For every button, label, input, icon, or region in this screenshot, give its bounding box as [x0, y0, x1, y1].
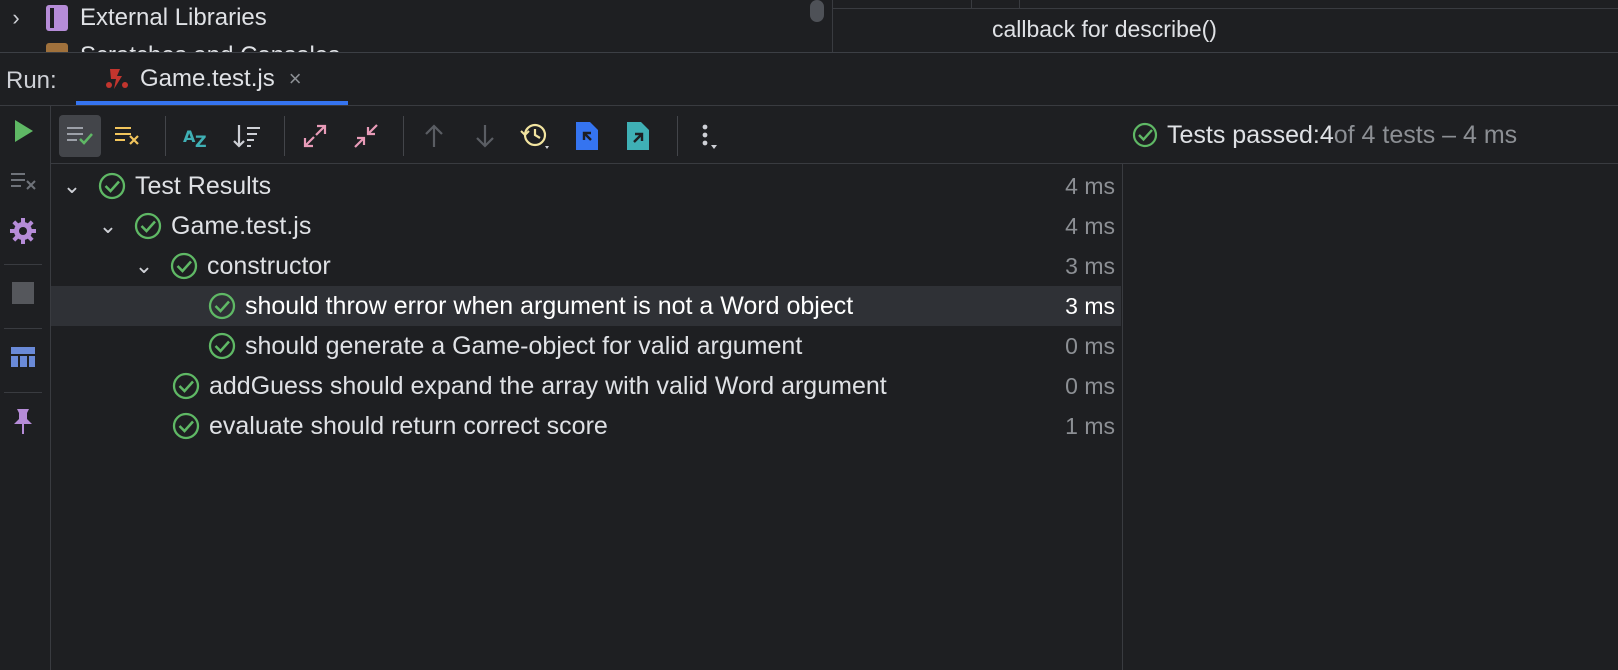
test-row-duration: 0 ms [1065, 372, 1115, 399]
scratches-icon [46, 43, 68, 52]
pass-check-icon [170, 252, 198, 280]
test-row-should-throw-error[interactable]: should throw error when argument is not … [51, 286, 1121, 326]
stop-icon[interactable] [6, 276, 40, 310]
project-tree-item-label: Scratches and Consoles [80, 42, 340, 52]
test-results-tree: ⌄ Test Results 4 ms ⌄ Game.test.js 4 ms … [51, 164, 1121, 670]
tab-game-test[interactable]: Game.test.js × [76, 53, 348, 105]
pass-check-icon [1132, 122, 1158, 148]
test-row-evaluate[interactable]: evaluate should return correct score 1 m… [51, 406, 1121, 446]
test-row-label: Game.test.js [171, 211, 312, 240]
test-row-duration: 0 ms [1065, 332, 1115, 359]
close-icon[interactable]: × [289, 66, 302, 92]
strip-separator [4, 328, 42, 329]
test-row-label: Test Results [135, 171, 272, 200]
import-tests-icon[interactable] [566, 115, 608, 157]
test-row-constructor[interactable]: ⌄ constructor 3 ms [51, 246, 1121, 286]
show-ignored-icon[interactable] [107, 115, 149, 157]
project-scrollbar[interactable] [810, 0, 824, 22]
editor-breadcrumb[interactable]: callback for describe() [992, 16, 1217, 43]
tab-selected-indicator [76, 101, 348, 105]
top-area: › External Libraries › Scratches and Con… [0, 0, 1618, 53]
test-row-game-test-js[interactable]: ⌄ Game.test.js 4 ms [51, 206, 1121, 246]
editor-code-area[interactable] [833, 0, 1618, 9]
toolbar-separator [403, 116, 404, 156]
test-row-duration: 3 ms [1065, 292, 1115, 319]
pass-check-icon [98, 172, 126, 200]
strip-separator [4, 392, 42, 393]
run-actions-strip [0, 106, 51, 670]
project-tree-item-scratches[interactable]: › Scratches and Consoles [0, 38, 340, 52]
chevron-down-icon[interactable]: ⌄ [93, 213, 123, 239]
rerun-icon[interactable] [6, 114, 40, 148]
sort-by-duration-icon[interactable] [226, 115, 268, 157]
strip-separator [4, 264, 42, 265]
toolbar-separator [165, 116, 166, 156]
pass-check-icon [208, 292, 236, 320]
test-history-icon[interactable] [515, 115, 557, 157]
collapse-all-icon[interactable] [345, 115, 387, 157]
pin-icon[interactable] [6, 404, 40, 438]
status-prefix: Tests passed: [1167, 120, 1320, 149]
editor-gutter-line [1019, 0, 1020, 8]
test-row-label: constructor [207, 251, 331, 280]
pass-check-icon [172, 412, 200, 440]
previous-failed-icon[interactable] [413, 115, 455, 157]
run-label: Run: [6, 67, 57, 94]
tests-status: Tests passed: 4 of 4 tests – 4 ms [1131, 117, 1517, 153]
test-row-label: should throw error when argument is not … [245, 291, 854, 320]
jest-icon [104, 66, 130, 92]
project-tree-item-external-libraries[interactable]: › External Libraries [0, 0, 267, 36]
chevron-down-icon[interactable]: ⌄ [57, 173, 87, 199]
layout-icon[interactable] [6, 340, 40, 374]
pass-check-icon [172, 372, 200, 400]
test-row-label: evaluate should return correct score [209, 411, 608, 440]
chevron-right-icon[interactable]: › [0, 43, 32, 52]
status-passed-count: 4 [1319, 120, 1334, 149]
test-row-should-generate-game[interactable]: should generate a Game-object for valid … [51, 326, 1121, 366]
svg-text:Z: Z [195, 132, 207, 150]
tab-label: Game.test.js [140, 65, 275, 92]
settings-icon[interactable] [6, 214, 40, 248]
output-panel-divider[interactable] [1122, 164, 1123, 670]
test-row-duration: 4 ms [1065, 212, 1115, 239]
test-row-duration: 4 ms [1065, 172, 1115, 199]
more-options-icon[interactable] [687, 115, 729, 157]
chevron-right-icon[interactable]: › [0, 5, 32, 31]
toolbar-separator [677, 116, 678, 156]
library-icon [46, 5, 68, 31]
status-suffix: of 4 tests – 4 ms [1333, 120, 1518, 149]
test-row-label: should generate a Game-object for valid … [245, 331, 803, 360]
pass-check-icon [134, 212, 162, 240]
expand-all-icon[interactable] [294, 115, 336, 157]
chevron-down-icon[interactable]: ⌄ [129, 253, 159, 279]
sort-alphabetically-icon[interactable]: A Z [175, 115, 217, 157]
export-tests-icon[interactable] [617, 115, 659, 157]
project-tree-item-label: External Libraries [80, 4, 267, 31]
next-failed-icon[interactable] [464, 115, 506, 157]
test-row-test-results[interactable]: ⌄ Test Results 4 ms [51, 166, 1121, 206]
editor-gutter-line [971, 0, 972, 8]
test-row-add-guess[interactable]: addGuess should expand the array with va… [51, 366, 1121, 406]
clear-icon[interactable] [6, 164, 40, 198]
test-row-duration: 1 ms [1065, 412, 1115, 439]
test-runner-toolbar: A Z Tests passed: 4 of 4 tests – 4 ms [51, 106, 1618, 164]
show-passed-icon[interactable] [59, 115, 101, 157]
run-tool-window-header: Run: Game.test.js × [0, 53, 1618, 106]
pass-check-icon [208, 332, 236, 360]
test-row-duration: 3 ms [1065, 252, 1115, 279]
toolbar-separator [284, 116, 285, 156]
test-row-label: addGuess should expand the array with va… [209, 371, 887, 400]
